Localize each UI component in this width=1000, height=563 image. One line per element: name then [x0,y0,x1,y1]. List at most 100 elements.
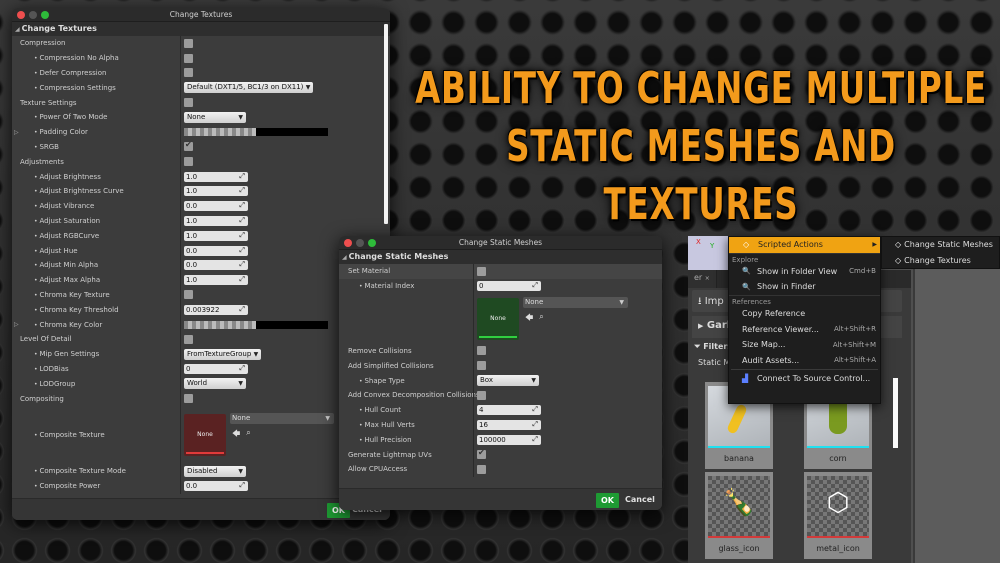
window-titlebar[interactable]: Change Textures [12,8,390,22]
close-tab-icon[interactable]: × [705,275,710,282]
asset-name: metal_icon [816,544,860,553]
checkbox[interactable] [184,290,193,300]
checkbox[interactable] [184,53,193,63]
property-row-srgb: SRGB [12,139,390,155]
asset-tile-metal-icon[interactable]: ⬡ metal_icon [804,472,872,559]
property-row-defer-compression: Defer Compression [12,65,390,81]
number-input[interactable]: 0.003922 [184,304,248,315]
number-input[interactable]: 1.0 [184,230,248,241]
dropdown-select[interactable]: Default (DXT1/5, BC1/3 on DX11) [184,82,314,94]
submenu-item-change-textures[interactable]: ◇ Change Textures [882,253,999,269]
number-input[interactable]: 0.0 [184,480,248,492]
property-row-adjust-brightness: Adjust Brightness 1.0 [12,169,390,184]
menu-item-show-in-finder[interactable]: 🔍 Show in Finder [729,279,880,295]
cancel-button[interactable]: Cancel [625,495,655,504]
number-input[interactable]: 16 [477,419,541,430]
expand-arrow-icon[interactable]: ▷ [14,321,19,328]
checkbox[interactable] [184,68,193,78]
section-header[interactable]: ◢ Change Textures [12,22,390,36]
download-icon: ⭳ [698,296,702,307]
property-label: Compression No Alpha [12,54,180,62]
use-selected-arrow-icon[interactable]: 🡄 [525,312,533,326]
property-row-hull-count: Hull Count 4 [339,402,662,418]
property-value: None [180,109,390,125]
number-input[interactable]: 0 [184,363,248,374]
menu-item-connect-source-control[interactable]: ▟ Connect To Source Control... [729,371,880,387]
property-row-hull-precision: Hull Precision 100000 [339,432,662,448]
checkbox[interactable] [477,464,486,474]
asset-tile-glass-icon[interactable]: 🍾 glass_icon [705,472,773,559]
checkbox[interactable] [184,98,193,108]
dropdown-select[interactable]: Box [477,375,539,387]
dropdown-select[interactable]: FromTextureGroup [184,348,262,360]
color-picker[interactable] [184,128,328,137]
checkbox[interactable] [184,157,193,167]
browse-search-icon[interactable]: ⌕ [246,428,250,442]
property-label: Chroma Key Threshold [12,306,180,314]
menu-item-show-in-folder-view[interactable]: 🔍 Show in Folder View Cmd+B [729,264,880,280]
checkbox[interactable] [184,334,193,344]
banana-shape [726,403,748,435]
number-input[interactable]: 4 [477,404,541,416]
window-titlebar[interactable]: Change Static Meshes [339,236,662,250]
menu-label: Show in Folder View [757,266,838,276]
menu-label: Change Textures [904,255,971,265]
property-row-level-of-detail: Level Of Detail [12,331,390,347]
number-input[interactable]: 1.0 [184,171,248,182]
property-row-chroma-key-color: ▷Chroma Key Color [12,317,390,332]
property-row-chroma-key-texture: Chroma Key Texture [12,287,390,303]
checkbox[interactable] [477,266,486,276]
checkbox[interactable] [184,394,193,404]
asset-thumbnail[interactable]: None [477,297,519,340]
property-row-padding-color: ▷Padding Color [12,124,390,140]
asset-combo[interactable]: None [523,297,628,309]
section-header[interactable]: ◢ Change Static Meshes [339,250,662,264]
number-input[interactable]: 100000 [477,434,541,445]
asset-combo[interactable]: None [230,413,334,425]
ok-button[interactable]: OK [596,493,619,508]
submenu-item-change-static-meshes[interactable]: ◇ Change Static Meshes [882,237,999,253]
number-input[interactable]: 0 [477,280,541,292]
menu-item-audit-assets[interactable]: Audit Assets... Alt+Shift+A [729,353,880,369]
number-input[interactable]: 0.0 [184,259,248,271]
checkbox[interactable] [477,390,486,400]
dropdown-select[interactable]: World [184,378,246,390]
browse-search-icon[interactable]: ⌕ [539,312,543,326]
color-picker[interactable] [184,320,328,329]
checkbox[interactable] [477,346,486,356]
number-input[interactable]: 1.0 [184,215,248,226]
scrollbar[interactable] [384,24,388,224]
menu-item-reference-viewer[interactable]: Reference Viewer... Alt+Shift+R [729,321,880,337]
dropdown-select[interactable]: Disabled [184,465,246,477]
number-input[interactable]: 0.0 [184,200,248,212]
change-static-meshes-window: Change Static Meshes ◢ Change Static Mesh… [339,236,662,510]
number-input[interactable]: 0.0 [184,245,248,256]
tab-content-browser[interactable]: er × [688,270,717,288]
asset-name: glass_icon [718,544,760,553]
property-label: Adjust Hue [12,247,180,255]
asset-scrollbar[interactable] [893,378,898,448]
texture-thumbnail: 🍾 [708,476,770,538]
menu-item-size-map[interactable]: Size Map... Alt+Shift+M [729,337,880,353]
property-label: Adjust RGBCurve [12,232,180,240]
asset-thumbnail[interactable]: None [184,413,226,456]
property-label: Composite Texture Mode [12,467,180,475]
checkbox[interactable] [184,140,193,152]
menu-item-copy-reference[interactable]: Copy Reference [729,306,880,322]
property-value: 1.0 [180,169,390,184]
use-selected-arrow-icon[interactable]: 🡄 [232,428,240,442]
menu-item-scripted-actions[interactable]: ◇ Scripted Actions ▶ [729,237,880,253]
expand-arrow-icon[interactable]: ▷ [14,129,19,136]
dropdown-select[interactable]: None [184,111,246,123]
property-label: Padding Color [12,128,180,136]
number-input[interactable]: 1.0 [184,274,248,286]
property-label: Compression Settings [12,84,180,92]
checkbox[interactable] [477,448,486,460]
menu-label: Scripted Actions [758,240,823,250]
headline-line-1: Ability to change multiple [415,63,987,114]
number-input[interactable]: 1.0 [184,185,248,197]
property-value [180,65,390,81]
checkbox[interactable] [477,361,486,371]
checkbox[interactable] [184,38,193,48]
property-row-add-simplified-collisions: Add Simplified Collisions [339,358,662,374]
